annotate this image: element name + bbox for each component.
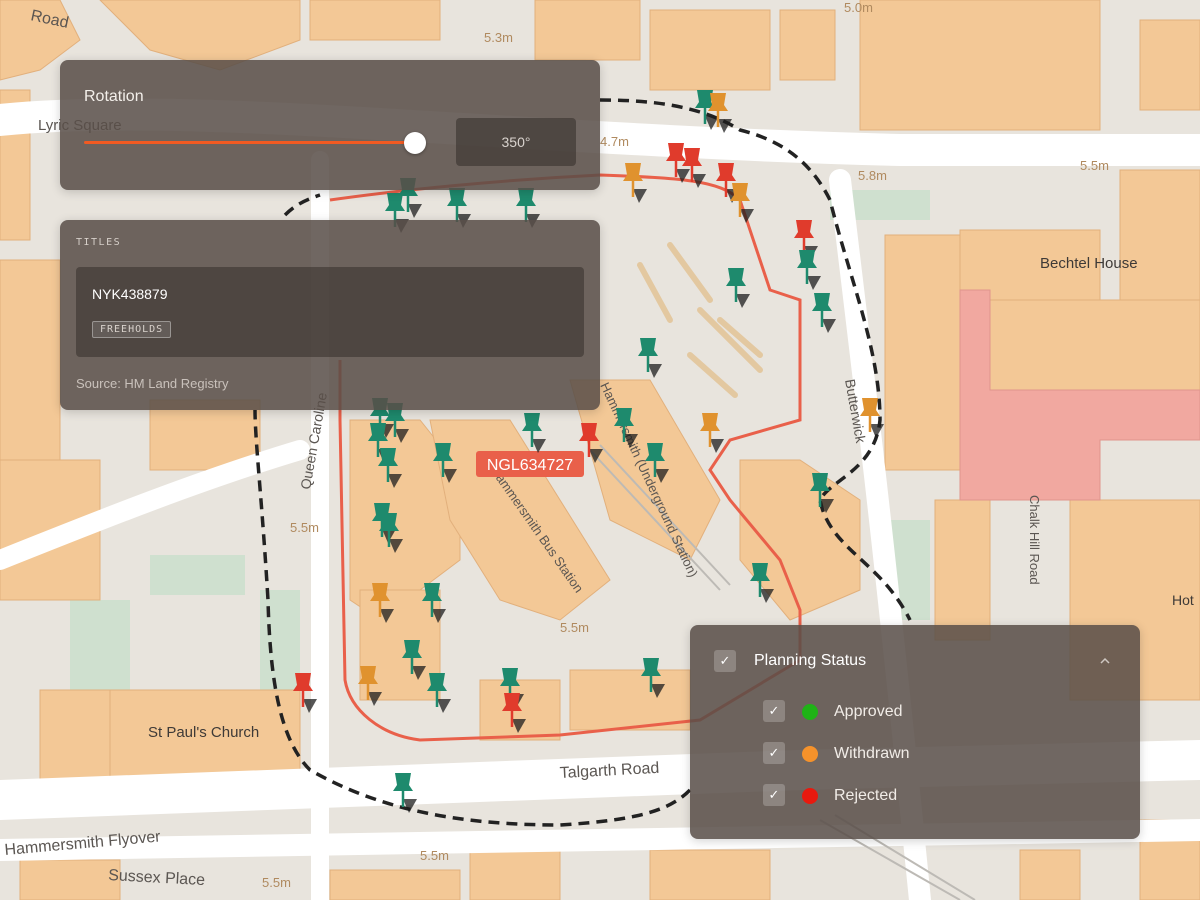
check-icon: ✓ bbox=[768, 787, 780, 802]
rotation-panel: Rotation 350° bbox=[60, 60, 600, 190]
height-label: 5.0m bbox=[844, 0, 873, 15]
approved-label: Approved bbox=[834, 703, 903, 720]
approved-color-dot bbox=[802, 704, 818, 720]
title-number: NYK438879 bbox=[92, 286, 168, 302]
legend-title: Planning Status bbox=[754, 652, 867, 669]
hotel-label: Hot bbox=[1172, 592, 1194, 608]
check-icon: ✓ bbox=[768, 703, 780, 718]
data-source-label: Source: HM Land Registry bbox=[76, 376, 229, 391]
parcel-id-badge[interactable]: NGL634727 bbox=[476, 451, 584, 477]
height-label: 5.3m bbox=[484, 30, 513, 45]
height-label: 5.5m bbox=[290, 520, 319, 535]
rotation-label: Rotation bbox=[84, 88, 144, 105]
st-pauls-church-label: St Paul's Church bbox=[148, 724, 259, 741]
height-label: 5.8m bbox=[858, 168, 887, 183]
planning-status-legend: ✓ Planning Status ✓ Approved ✓ Withdrawn… bbox=[690, 625, 1140, 839]
rejected-checkbox[interactable]: ✓ bbox=[763, 784, 785, 806]
titles-panel: TITLES NYK438879 FREEHOLDS Source: HM La… bbox=[60, 220, 600, 410]
height-label: 5.5m bbox=[560, 620, 589, 635]
rotation-slider-track[interactable] bbox=[84, 141, 424, 144]
withdrawn-color-dot bbox=[802, 746, 818, 762]
withdrawn-label: Withdrawn bbox=[834, 745, 910, 762]
withdrawn-checkbox[interactable]: ✓ bbox=[763, 742, 785, 764]
rotation-slider-thumb[interactable] bbox=[403, 132, 426, 154]
height-label: 5.5m bbox=[262, 875, 291, 890]
approved-checkbox[interactable]: ✓ bbox=[763, 700, 785, 722]
bechtel-house-label: Bechtel House bbox=[1040, 255, 1138, 272]
titles-heading: TITLES bbox=[76, 237, 122, 248]
planning-status-checkbox[interactable]: ✓ bbox=[714, 650, 736, 672]
check-icon: ✓ bbox=[719, 653, 731, 668]
parcel-id-label: NGL634727 bbox=[487, 457, 573, 474]
chevron-up-icon[interactable] bbox=[1098, 654, 1112, 668]
tenure-badge: FREEHOLDS bbox=[92, 321, 172, 338]
rotation-value-field[interactable]: 350° bbox=[456, 118, 576, 166]
rejected-label: Rejected bbox=[834, 787, 898, 804]
height-label: 5.5m bbox=[420, 848, 449, 863]
title-card[interactable]: NYK438879 FREEHOLDS bbox=[76, 267, 584, 357]
chalk-hill-road-label: Chalk Hill Road bbox=[1027, 495, 1042, 585]
check-icon: ✓ bbox=[768, 745, 780, 760]
rejected-color-dot bbox=[802, 788, 818, 804]
height-label: 5.5m bbox=[1080, 158, 1109, 173]
height-label: 4.7m bbox=[600, 134, 629, 149]
